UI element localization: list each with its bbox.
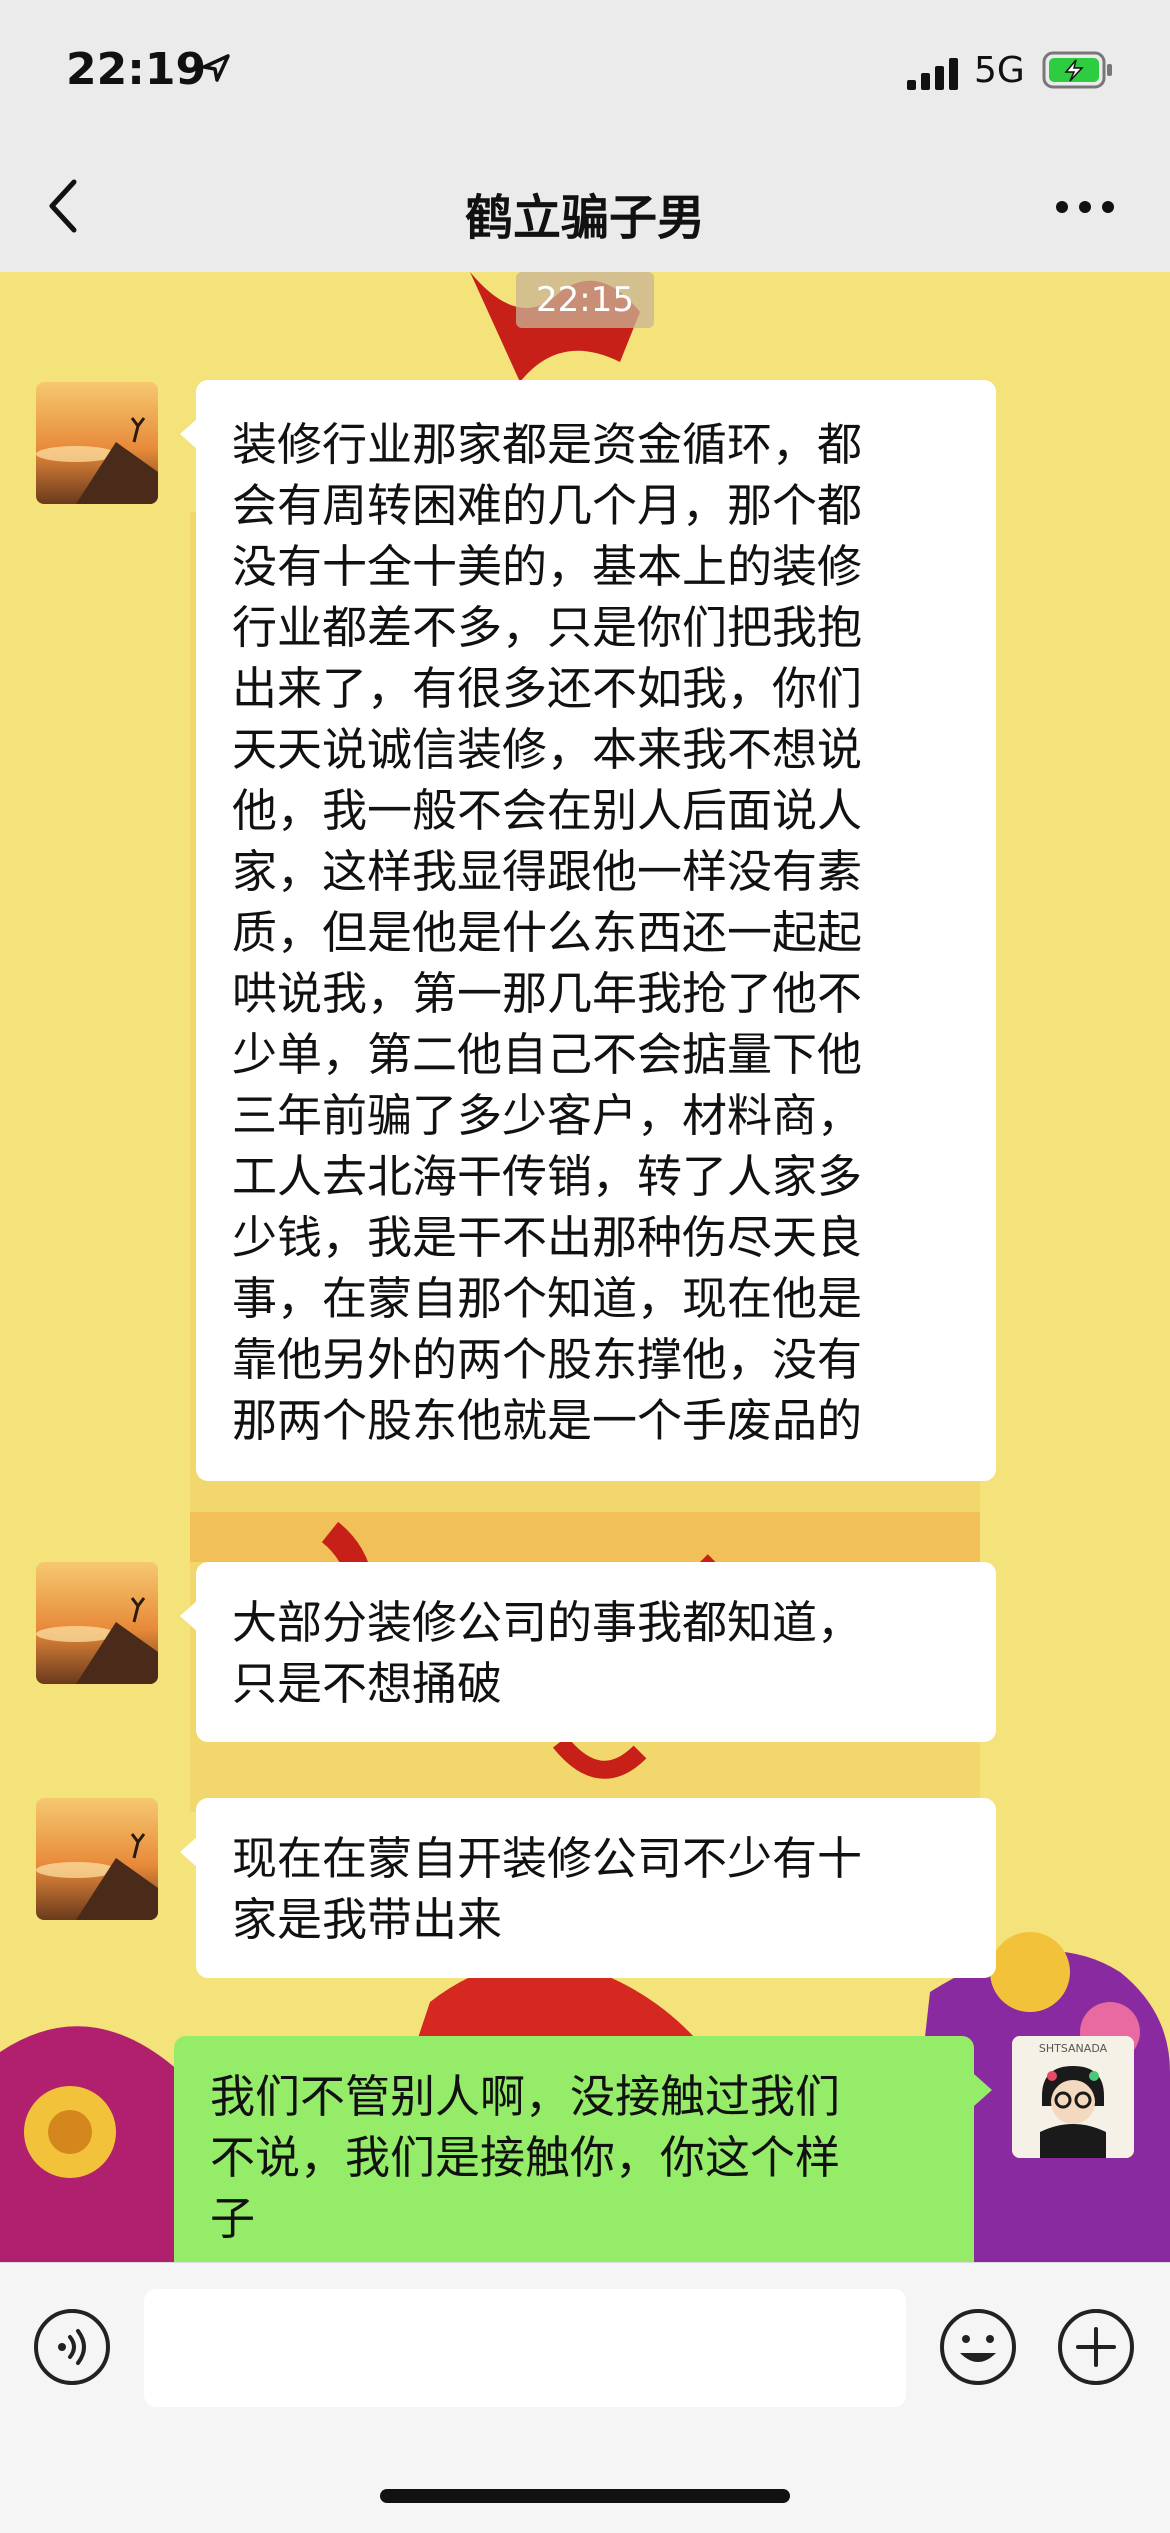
home-indicator [380,2489,790,2503]
message-bubble-outgoing[interactable]: 我们不管别人啊，没接触过我们 不说，我们是接触你，你这个样 子 [174,2036,992,2262]
message-line: 少单，第二他自己不会掂量下他 [232,1028,863,1081]
contact-avatar[interactable] [36,1798,158,1920]
message-line: 装修行业那家都是资金循环，都 [232,418,863,471]
message-line: 那两个股东他就是一个手废品的 [232,1394,863,1447]
sunset-avatar-image [36,1798,158,1920]
my-avatar[interactable]: SHTSANADA [1012,2036,1134,2158]
battery-charging-icon [1042,51,1112,89]
message-line: 大部分装修公司的事我都知道， [232,1596,863,1649]
contact-avatar[interactable] [36,382,158,504]
message-bubble-incoming[interactable]: 装修行业那家都是资金循环，都 会有周转困难的几个月，那个都 没有十全十美的，基本… [180,380,996,1481]
message-line: 三年前骗了多少客户，材料商， [232,1089,863,1142]
emoji-icon[interactable] [938,2307,1018,2387]
input-bar [0,2262,1170,2533]
message-line: 我们不管别人啊，没接触过我们 [210,2070,841,2123]
message-line: 家是我带出来 [232,1893,503,1946]
message-line: 出来了，有很多还不如我，你们 [232,662,863,715]
message-line: 工人去北海干传销，转了人家多 [232,1150,863,1203]
status-time: 22:19 [66,44,207,95]
message-line: 哄说我，第一那几年我抢了他不 [232,967,863,1020]
message-line: 靠他另外的两个股东撑他，没有 [232,1333,863,1386]
top-bar: 22:19 5G 鹤立骗子男 [0,0,1170,272]
sunset-avatar-image [36,1562,158,1684]
message-line: 没有十全十美的，基本上的装修 [232,540,863,593]
message-line: 家，这样我显得跟他一样没有素 [232,845,863,898]
message-line: 行业都差不多，只是你们把我抱 [232,601,863,654]
message-line: 少钱，我是干不出那种伤尽天良 [232,1211,863,1264]
message-line: 他，我一般不会在别人后面说人 [232,784,863,837]
message-line: 事，在蒙自那个知道，现在他是 [232,1272,863,1325]
chat-title: 鹤立骗子男 [464,190,705,246]
message-line: 现在在蒙自开装修公司不少有十 [232,1832,863,1885]
message-line: 不说，我们是接触你，你这个样 [210,2131,841,2184]
message-bubble-incoming[interactable]: 现在在蒙自开装修公司不少有十 家是我带出来 [180,1798,996,1978]
contact-avatar[interactable] [36,1562,158,1684]
message-line: 只是不想捅破 [232,1657,503,1710]
location-arrow-icon [202,54,230,82]
more-dots-icon[interactable] [1055,200,1115,214]
message-line: 会有周转困难的几个月，那个都 [232,479,863,532]
message-bubble-incoming[interactable]: 大部分装修公司的事我都知道， 只是不想捅破 [180,1562,996,1742]
signal-bars-icon [907,58,958,90]
plus-icon[interactable] [1056,2307,1136,2387]
voice-icon[interactable] [32,2307,112,2387]
message-timestamp: 22:15 [516,272,654,328]
message-line: 质，但是他是什么东西还一起起 [232,906,863,959]
avatar-caption: SHTSANADA [1038,2042,1108,2055]
message-input[interactable] [144,2289,906,2407]
network-label: 5G [974,50,1025,91]
sunset-avatar-image [36,382,158,504]
message-line: 天天说诚信装修，本来我不想说 [232,723,863,776]
message-line: 子 [210,2192,256,2245]
